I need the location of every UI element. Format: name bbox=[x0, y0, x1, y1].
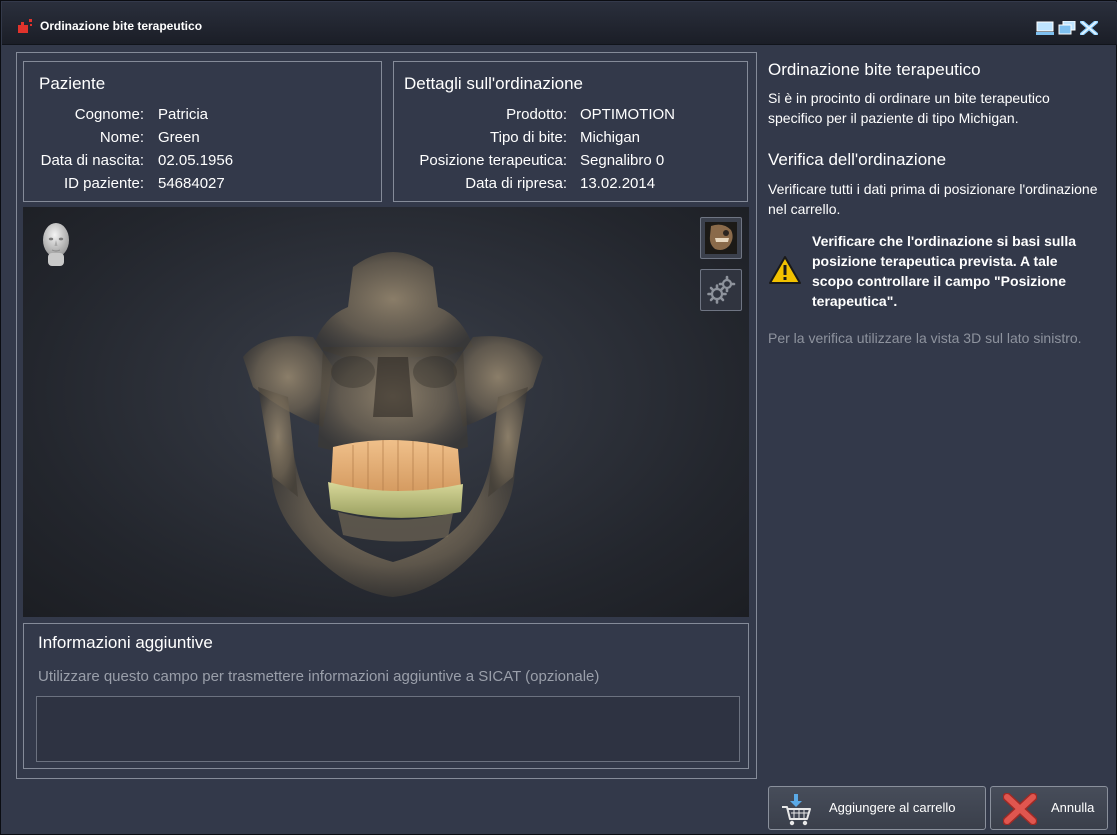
restore-window-icon[interactable] bbox=[1058, 21, 1076, 35]
scan-date-value: 13.02.2014 bbox=[580, 175, 656, 192]
bite-type-label: Tipo di bite: bbox=[490, 129, 567, 146]
skull-3d-render bbox=[243, 252, 543, 597]
head-orientation-icon[interactable] bbox=[39, 221, 73, 267]
surname-value: Patricia bbox=[158, 106, 209, 123]
patient-heading: Paziente bbox=[39, 74, 106, 93]
product-value: OPTIMOTION bbox=[580, 106, 675, 123]
patient-id-value: 54684027 bbox=[158, 175, 225, 192]
volume-view-button[interactable] bbox=[700, 217, 742, 259]
help-title: Ordinazione bite terapeutico bbox=[768, 60, 981, 79]
birthdate-value: 02.05.1956 bbox=[158, 152, 234, 169]
bite-type-value: Michigan bbox=[580, 129, 641, 146]
patient-id-label: ID paziente: bbox=[63, 175, 144, 192]
add-to-cart-icon bbox=[782, 794, 811, 826]
cancel-label: Annulla bbox=[1051, 800, 1095, 815]
check-order-text: Verificare tutti i dati prima di posizio… bbox=[768, 181, 1098, 217]
surname-label: Cognome: bbox=[74, 106, 144, 123]
name-label: Nome: bbox=[99, 129, 144, 146]
view-settings-button[interactable] bbox=[700, 269, 742, 311]
cancel-icon bbox=[1003, 793, 1037, 825]
patient-panel: Paziente Cognome: Patricia Nome: Green D… bbox=[23, 61, 382, 202]
product-label: Prodotto: bbox=[506, 106, 567, 123]
order-details-panel: Dettagli sull'ordinazione Prodotto: OPTI… bbox=[393, 61, 748, 202]
scan-date-label: Data di ripresa: bbox=[465, 175, 567, 192]
order-dialog: Ordinazione bite terapeutico Paziente Co… bbox=[0, 0, 1117, 835]
verification-note: Per la verifica utilizzare la vista 3D s… bbox=[768, 330, 1082, 346]
therapeutic-position-label: Posizione terapeutica: bbox=[419, 152, 567, 169]
name-value: Green bbox=[158, 129, 200, 146]
minimize-window-icon[interactable] bbox=[1036, 21, 1054, 35]
warning-text: Verificare che l'ordinazione si basi sul… bbox=[812, 233, 1076, 309]
check-order-title: Verifica dell'ordinazione bbox=[768, 150, 947, 169]
title-bar: Ordinazione bite terapeutico bbox=[2, 2, 1117, 45]
additional-info-hint: Utilizzare questo campo per trasmettere … bbox=[38, 668, 600, 685]
volume-view-icon bbox=[705, 222, 737, 254]
3d-viewer[interactable] bbox=[23, 207, 749, 617]
close-window-icon[interactable] bbox=[1080, 21, 1098, 35]
cancel-button[interactable]: Annulla bbox=[990, 786, 1108, 830]
sicat-logo-icon bbox=[18, 19, 32, 33]
additional-info-input[interactable] bbox=[36, 696, 740, 762]
additional-info-heading: Informazioni aggiuntive bbox=[38, 633, 213, 652]
add-to-cart-label: Aggiungere al carrello bbox=[829, 800, 956, 815]
warning-icon bbox=[769, 256, 801, 284]
order-details-heading: Dettagli sull'ordinazione bbox=[404, 74, 584, 93]
add-to-cart-button[interactable]: Aggiungere al carrello bbox=[768, 786, 986, 830]
window-title: Ordinazione bite terapeutico bbox=[40, 19, 203, 33]
settings-gears-icon bbox=[707, 275, 736, 304]
help-intro: Si è in procinto di ordinare un bite ter… bbox=[768, 90, 1050, 126]
birthdate-label: Data di nascita: bbox=[40, 152, 144, 169]
therapeutic-position-value: Segnalibro 0 bbox=[580, 152, 665, 169]
